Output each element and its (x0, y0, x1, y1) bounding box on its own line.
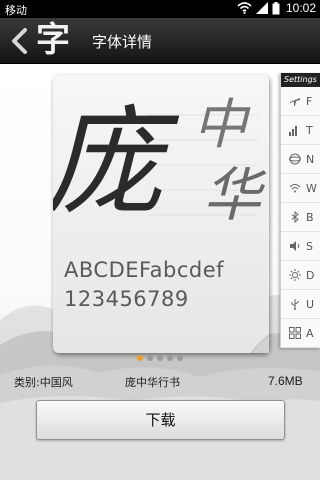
settings-row: D (281, 261, 320, 290)
bluetooth-icon (291, 211, 299, 223)
settings-row-label: F (306, 94, 313, 108)
settings-row: S (281, 232, 320, 261)
font-preview-card[interactable]: 庞 中 华 ABCDEFabcdef 123456789 (53, 75, 269, 353)
status-bar: 移动 10:02 (0, 0, 320, 18)
settings-row-label: S (306, 239, 313, 253)
calligraphy-char-large: 庞 (53, 93, 180, 231)
page-indicator (137, 355, 183, 361)
apps-icon (289, 327, 301, 339)
font-category: 类别:中国风 (14, 376, 73, 389)
settings-row-label: A (306, 326, 314, 340)
settings-row-label: D (306, 268, 315, 282)
settings-row-label: B (306, 210, 314, 224)
settings-row: T (281, 116, 320, 145)
page-title: 字体详情 (92, 33, 153, 51)
settings-row: B (281, 203, 320, 232)
sample-digits: 123456789 (64, 287, 189, 311)
settings-preview-card[interactable]: Settings F T N W B S D U A (280, 73, 320, 348)
calligraphy-char-right: 华 (203, 161, 267, 229)
settings-row: A (281, 319, 320, 348)
chevron-left-icon[interactable] (8, 26, 32, 56)
settings-row-label: N (306, 152, 315, 166)
settings-header: Settings (281, 73, 320, 87)
font-name: 庞中华行书 (125, 376, 180, 389)
title-bar: 字 字体详情 (0, 18, 320, 64)
wifi-icon (237, 2, 252, 14)
download-button[interactable]: 下载 (36, 400, 285, 440)
page-dot[interactable] (157, 355, 163, 361)
font-size-label: 7.6MB (268, 374, 303, 388)
settings-row-label: T (306, 123, 313, 137)
brightness-icon (289, 269, 301, 281)
page-dot[interactable] (147, 355, 153, 361)
sample-alphabet: ABCDEFabcdef (64, 258, 225, 282)
wifi-icon (289, 184, 301, 193)
settings-row-label: W (306, 181, 317, 195)
calligraphy-char-middle: 中 (193, 93, 251, 156)
page-dot[interactable] (137, 355, 143, 361)
usb-icon (291, 299, 299, 310)
status-icons: 10:02 (237, 1, 316, 15)
carrier-label: 移动 (5, 4, 27, 17)
main-content: Settings F T N W B S D U A 庞 中 华 ABCDEFa… (0, 65, 320, 480)
page-dot[interactable] (167, 355, 173, 361)
settings-row: W (281, 174, 320, 203)
signal-bars-icon (289, 126, 297, 136)
airplane-icon (290, 98, 300, 106)
page-dot[interactable] (177, 355, 183, 361)
clock: 10:02 (285, 1, 316, 15)
settings-row: N (281, 145, 320, 174)
sound-icon (290, 241, 300, 251)
settings-row-label: U (306, 297, 315, 311)
calligraphy-preview: 庞 中 华 (53, 93, 269, 353)
globe-icon (289, 153, 301, 165)
settings-row: U (281, 290, 320, 319)
battery-icon (272, 1, 280, 14)
app-logo-glyph: 字 (36, 20, 70, 60)
settings-row: F (281, 87, 320, 116)
signal-icon (255, 2, 268, 14)
